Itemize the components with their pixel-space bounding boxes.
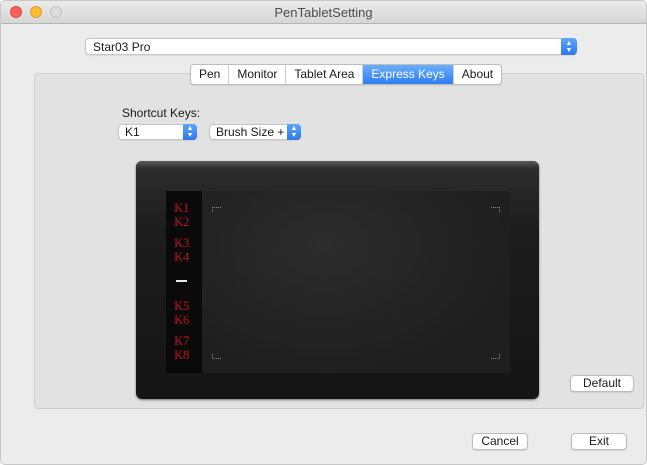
key-action-select[interactable]: Brush Size + ▲ ▼ (209, 124, 301, 140)
key-action-chevron-icon[interactable]: ▲ ▼ (287, 124, 301, 140)
tab-about[interactable]: About (454, 65, 501, 84)
tab-bar: Pen Monitor Tablet Area Express Keys Abo… (190, 64, 503, 85)
tab-monitor[interactable]: Monitor (229, 65, 287, 84)
device-select[interactable]: Star03 Pro ▲ ▼ (85, 38, 577, 55)
tablet-illustration: K1 K2 K3 K4 K5 K6 K7 K8 (136, 161, 539, 399)
device-select-value: Star03 Pro (93, 40, 151, 54)
shortcut-keys-label: Shortcut Keys: (122, 106, 201, 120)
tablet-key-k7[interactable]: K7 (174, 334, 189, 347)
corner-marker-bottom-left (212, 354, 221, 359)
express-key-strip: K1 K2 K3 K4 K5 K6 K7 K8 (166, 191, 202, 373)
tablet-key-k1[interactable]: K1 (174, 201, 189, 214)
key-separator (176, 280, 187, 282)
preferences-window: PenTabletSetting Star03 Pro ▲ ▼ Pen Monit… (0, 0, 647, 465)
tab-pen[interactable]: Pen (191, 65, 230, 84)
tab-express-keys[interactable]: Express Keys (363, 65, 454, 84)
tablet-key-k6[interactable]: K6 (174, 313, 189, 326)
tablet-key-k5[interactable]: K5 (174, 299, 189, 312)
tablet-key-k2[interactable]: K2 (174, 215, 189, 228)
tablet-top-edge (136, 161, 539, 169)
express-key-select-value: K1 (125, 125, 140, 139)
device-select-chevron-icon[interactable]: ▲ ▼ (561, 38, 577, 55)
key-action-select-value: Brush Size + (216, 125, 285, 139)
tab-tablet-area[interactable]: Tablet Area (286, 65, 364, 84)
corner-marker-top-right (491, 207, 500, 212)
tablet-key-k4[interactable]: K4 (174, 250, 189, 263)
exit-button[interactable]: Exit (571, 433, 627, 450)
tablet-active-area (202, 191, 510, 373)
express-key-select[interactable]: K1 ▲ ▼ (118, 124, 197, 140)
corner-marker-bottom-right (491, 354, 500, 359)
window-title: PenTabletSetting (274, 5, 373, 20)
default-button[interactable]: Default (570, 375, 634, 392)
tablet-key-k3[interactable]: K3 (174, 236, 189, 249)
corner-marker-top-left (212, 207, 221, 212)
express-key-chevron-icon[interactable]: ▲ ▼ (183, 124, 197, 140)
tablet-key-k8[interactable]: K8 (174, 348, 189, 361)
cancel-button[interactable]: Cancel (472, 433, 528, 450)
title-bar: PenTabletSetting (1, 1, 646, 24)
